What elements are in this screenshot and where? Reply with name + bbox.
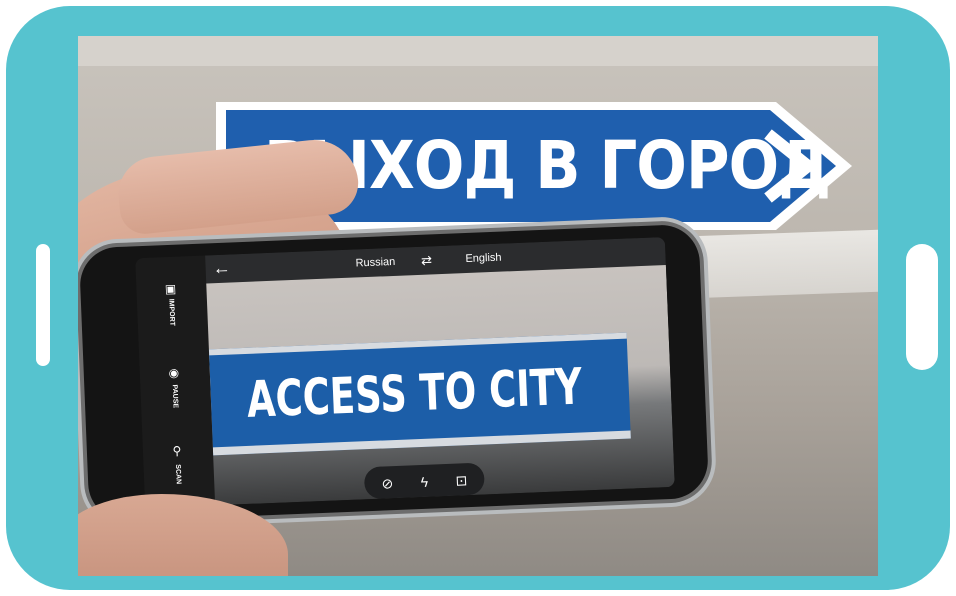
swap-languages-icon[interactable]: ⇄ xyxy=(417,251,436,270)
source-language[interactable]: Russian xyxy=(355,255,395,271)
camera-controls: ⊘ ϟ ⊡ xyxy=(363,462,485,500)
import-button[interactable]: ▣ IMPORT xyxy=(148,278,196,336)
back-arrow-icon[interactable]: ← xyxy=(211,257,232,278)
camera-view: ACCESS TO CITY ⊘ ϟ ⊡ xyxy=(206,265,675,506)
left-side-button xyxy=(36,244,50,366)
scan-button[interactable]: ⚲ SCAN xyxy=(155,440,203,498)
translation-text: ACCESS TO CITY xyxy=(245,357,584,429)
side-toolbar: ▣ IMPORT ◉ PAUSE ⚲ SCAN xyxy=(135,255,215,508)
target-language[interactable]: English xyxy=(465,251,502,266)
focus-icon[interactable]: ⊡ xyxy=(450,469,473,492)
flash-off-icon[interactable]: ϟ xyxy=(413,470,436,493)
ceiling xyxy=(78,36,878,66)
translated-sign: ACCESS TO CITY xyxy=(208,332,631,456)
phone-screen: ▣ IMPORT ◉ PAUSE ⚲ SCAN ← Russian ⇄ Engl… xyxy=(135,237,675,509)
pause-button[interactable]: ◉ PAUSE xyxy=(151,362,199,420)
phone: ▣ IMPORT ◉ PAUSE ⚲ SCAN ← Russian ⇄ Engl… xyxy=(78,223,710,523)
hide-translation-icon[interactable]: ⊘ xyxy=(376,472,399,495)
import-label: IMPORT xyxy=(167,298,176,327)
right-side-button xyxy=(906,244,938,370)
scan-label: SCAN xyxy=(173,464,182,485)
pause-label: PAUSE xyxy=(170,384,179,409)
photo-scene: ВЫХОД В ГОРОД ▣ IMPORT ◉ PAUSE ⚲ SCAN ← … xyxy=(78,36,878,576)
